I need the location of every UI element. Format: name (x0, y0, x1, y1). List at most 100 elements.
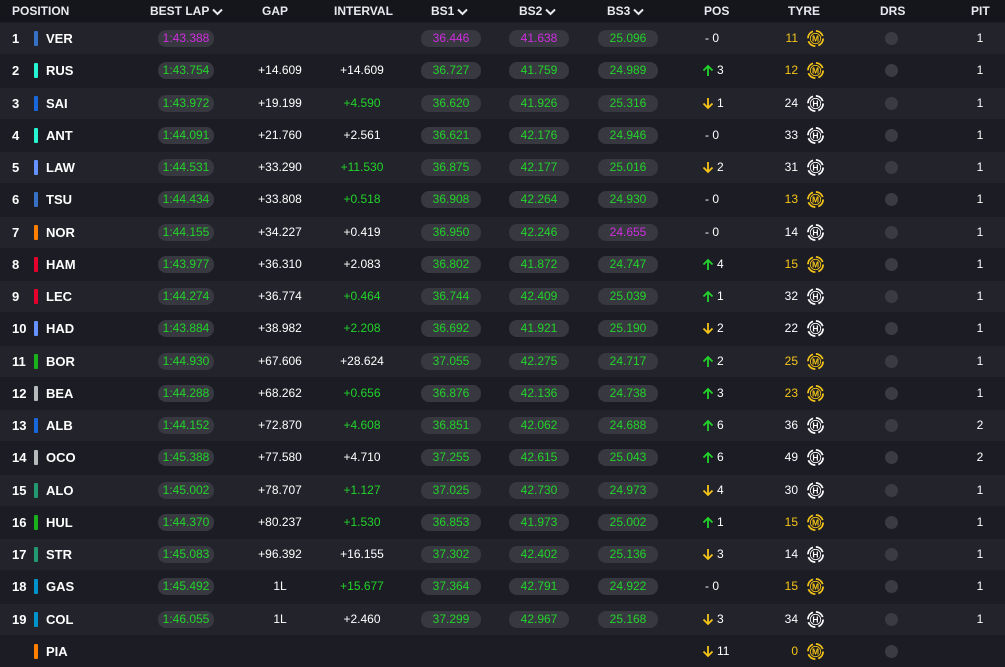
header-position[interactable]: POSITION (12, 0, 69, 22)
position-number: 3 (12, 95, 20, 111)
sector-1-time: 37.299 (421, 610, 481, 628)
tyre-compound-letter: M (812, 356, 819, 366)
medium-tyre-icon: M (807, 352, 824, 370)
sector-1-time: 37.364 (421, 578, 481, 596)
driver-code[interactable]: GAS (46, 571, 74, 602)
position-change: - 0 (705, 579, 720, 594)
pit-stops: 1 (976, 321, 984, 336)
tyre-laps: 31 (784, 160, 798, 174)
driver-code[interactable]: BOR (46, 346, 75, 377)
table-row[interactable]: 16 HUL 1:44.370 +80.237 +1.530 36.853 41.973 25… (0, 506, 1005, 538)
sector-2-time: 42.402 (509, 546, 569, 563)
driver-code[interactable]: LEC (46, 281, 72, 312)
team-color-bar (34, 289, 38, 304)
sector-2-time: 41.638 (509, 30, 569, 47)
best-lap-time: 1:44.288 (158, 384, 214, 402)
table-row[interactable]: 12 BEA 1:44.288 +68.262 +0.656 36.876 42.136 24… (0, 377, 1005, 409)
best-lap-time: 1:44.531 (158, 159, 214, 176)
table-row[interactable]: 5 LAW 1:44.531 +33.290 +11.530 36.875 42.177 25… (0, 152, 1005, 183)
table-row[interactable]: 3 SAI 1:43.972 +19.199 +4.590 36.620 41.926 25.… (0, 87, 1005, 119)
header-tyre[interactable]: TYRE (788, 0, 820, 22)
sector-1-time: 36.851 (421, 417, 481, 434)
position-change: 1 (717, 514, 724, 529)
table-row[interactable]: 4 ANT 1:44.091 +21.760 +2.561 36.621 42.176 24.… (0, 119, 1005, 151)
table-row[interactable]: 17 STR 1:45.083 +96.392 +16.155 37.302 42.402 2… (0, 539, 1005, 570)
driver-code[interactable]: TSU (46, 184, 72, 215)
pit-stops: 1 (976, 256, 984, 271)
header-bs1[interactable]: BS1 (431, 0, 469, 22)
header-best-lap[interactable]: BEST LAP (150, 0, 224, 22)
driver-code[interactable]: HAD (46, 313, 74, 344)
header-drs[interactable]: DRS (880, 0, 905, 22)
driver-code[interactable]: OCO (46, 442, 76, 473)
position-number: 5 (12, 160, 20, 175)
tyre-compound-letter: M (812, 34, 819, 44)
sector-3-time: 25.016 (598, 159, 658, 176)
driver-code[interactable]: COL (46, 604, 73, 635)
hard-tyre-icon: H (807, 481, 824, 499)
table-row[interactable]: 14 OCO 1:45.388 +77.580 +4.710 37.255 42.615 25… (0, 442, 1005, 474)
tyre-compound-letter: M (812, 646, 819, 656)
arrow-down-icon (702, 549, 714, 561)
interval-value: +0.518 (343, 192, 381, 207)
driver-code[interactable]: LAW (46, 152, 75, 183)
gap-value: 1L (273, 611, 287, 626)
table-row[interactable]: 19 COL 1:46.055 1L +2.460 37.299 42.967 25.168 3… (0, 603, 1005, 635)
position-change: - 0 (705, 31, 720, 45)
driver-code[interactable]: BEA (46, 378, 73, 409)
driver-code[interactable]: NOR (46, 217, 75, 248)
arrow-up-icon (702, 64, 714, 77)
drs-indicator (885, 644, 898, 658)
table-row[interactable]: 13 ALB 1:44.152 +72.870 +4.608 36.851 42.062 24… (0, 410, 1005, 441)
sector-2-time: 42.062 (509, 417, 569, 434)
gap-value: +34.227 (258, 224, 302, 239)
table-row[interactable]: 2 RUS 1:43.754 +14.609 +14.609 36.727 41.759 24… (0, 55, 1005, 87)
table-row[interactable]: 10 HAD 1:43.884 +38.982 +2.208 36.692 41.921 25… (0, 313, 1005, 345)
driver-code[interactable]: ALB (46, 410, 73, 441)
driver-code[interactable]: PIA (46, 636, 68, 667)
driver-code[interactable]: VER (46, 23, 73, 54)
header-gap[interactable]: GAP (262, 0, 288, 22)
table-row[interactable]: 1 VER 1:43.388 36.446 41.638 25.096 - 0 11 M 1 (0, 23, 1005, 54)
header-pit[interactable]: PIT (971, 0, 990, 22)
interval-value: +2.083 (343, 256, 381, 271)
header-pos[interactable]: POS (704, 0, 729, 22)
table-row[interactable]: 18 GAS 1:45.492 1L +15.677 37.364 42.791 24.922… (0, 571, 1005, 603)
tyre-laps: 14 (784, 224, 798, 239)
pit-stops: 1 (976, 611, 984, 626)
driver-code[interactable]: SAI (46, 88, 68, 119)
table-row[interactable]: 15 ALO 1:45.002 +78.707 +1.127 37.025 42.730 24… (0, 474, 1005, 506)
pit-stops: 1 (976, 160, 984, 174)
table-row[interactable]: PIA 11 0 M (0, 635, 1005, 667)
gap-value: +33.808 (258, 192, 302, 207)
driver-code[interactable]: ANT (46, 120, 73, 151)
medium-tyre-icon: M (807, 642, 824, 660)
best-lap-time: 1:44.155 (158, 223, 214, 241)
table-row[interactable]: 7 NOR 1:44.155 +34.227 +0.419 36.950 42.246 24.… (0, 216, 1005, 248)
pit-stops: 1 (976, 579, 984, 594)
sector-1-time: 37.302 (421, 546, 481, 563)
arrow-down-icon (702, 323, 714, 335)
header-interval[interactable]: INTERVAL (334, 0, 393, 22)
table-row[interactable]: 9 LEC 1:44.274 +36.774 +0.464 36.744 42.409 25.… (0, 281, 1005, 312)
sector-2-time: 42.967 (509, 610, 569, 628)
driver-code[interactable]: HAM (46, 249, 76, 280)
best-lap-time: 1:45.492 (158, 578, 214, 596)
header-bs2[interactable]: BS2 (519, 0, 557, 22)
sector-1-time: 36.692 (421, 320, 481, 338)
driver-code[interactable]: ALO (46, 475, 73, 506)
table-row[interactable]: 8 HAM 1:43.977 +36.310 +2.083 36.802 41.872 24.… (0, 248, 1005, 280)
driver-code[interactable]: STR (46, 539, 72, 570)
drs-indicator (885, 128, 898, 142)
hard-tyre-icon: H (807, 288, 824, 305)
driver-code[interactable]: RUS (46, 55, 73, 86)
best-lap-time: 1:44.274 (158, 288, 214, 305)
driver-code[interactable]: HUL (46, 507, 73, 538)
team-color-bar (34, 579, 38, 595)
interval-value: +16.155 (340, 547, 384, 561)
header-bs3[interactable]: BS3 (607, 0, 645, 22)
table-row[interactable]: 6 TSU 1:44.434 +33.808 +0.518 36.908 42.264 24.… (0, 184, 1005, 216)
sector-2-time: 41.921 (509, 320, 569, 338)
arrow-up-icon (702, 451, 714, 464)
table-row[interactable]: 11 BOR 1:44.930 +67.606 +28.624 37.055 42.275 2… (0, 345, 1005, 377)
